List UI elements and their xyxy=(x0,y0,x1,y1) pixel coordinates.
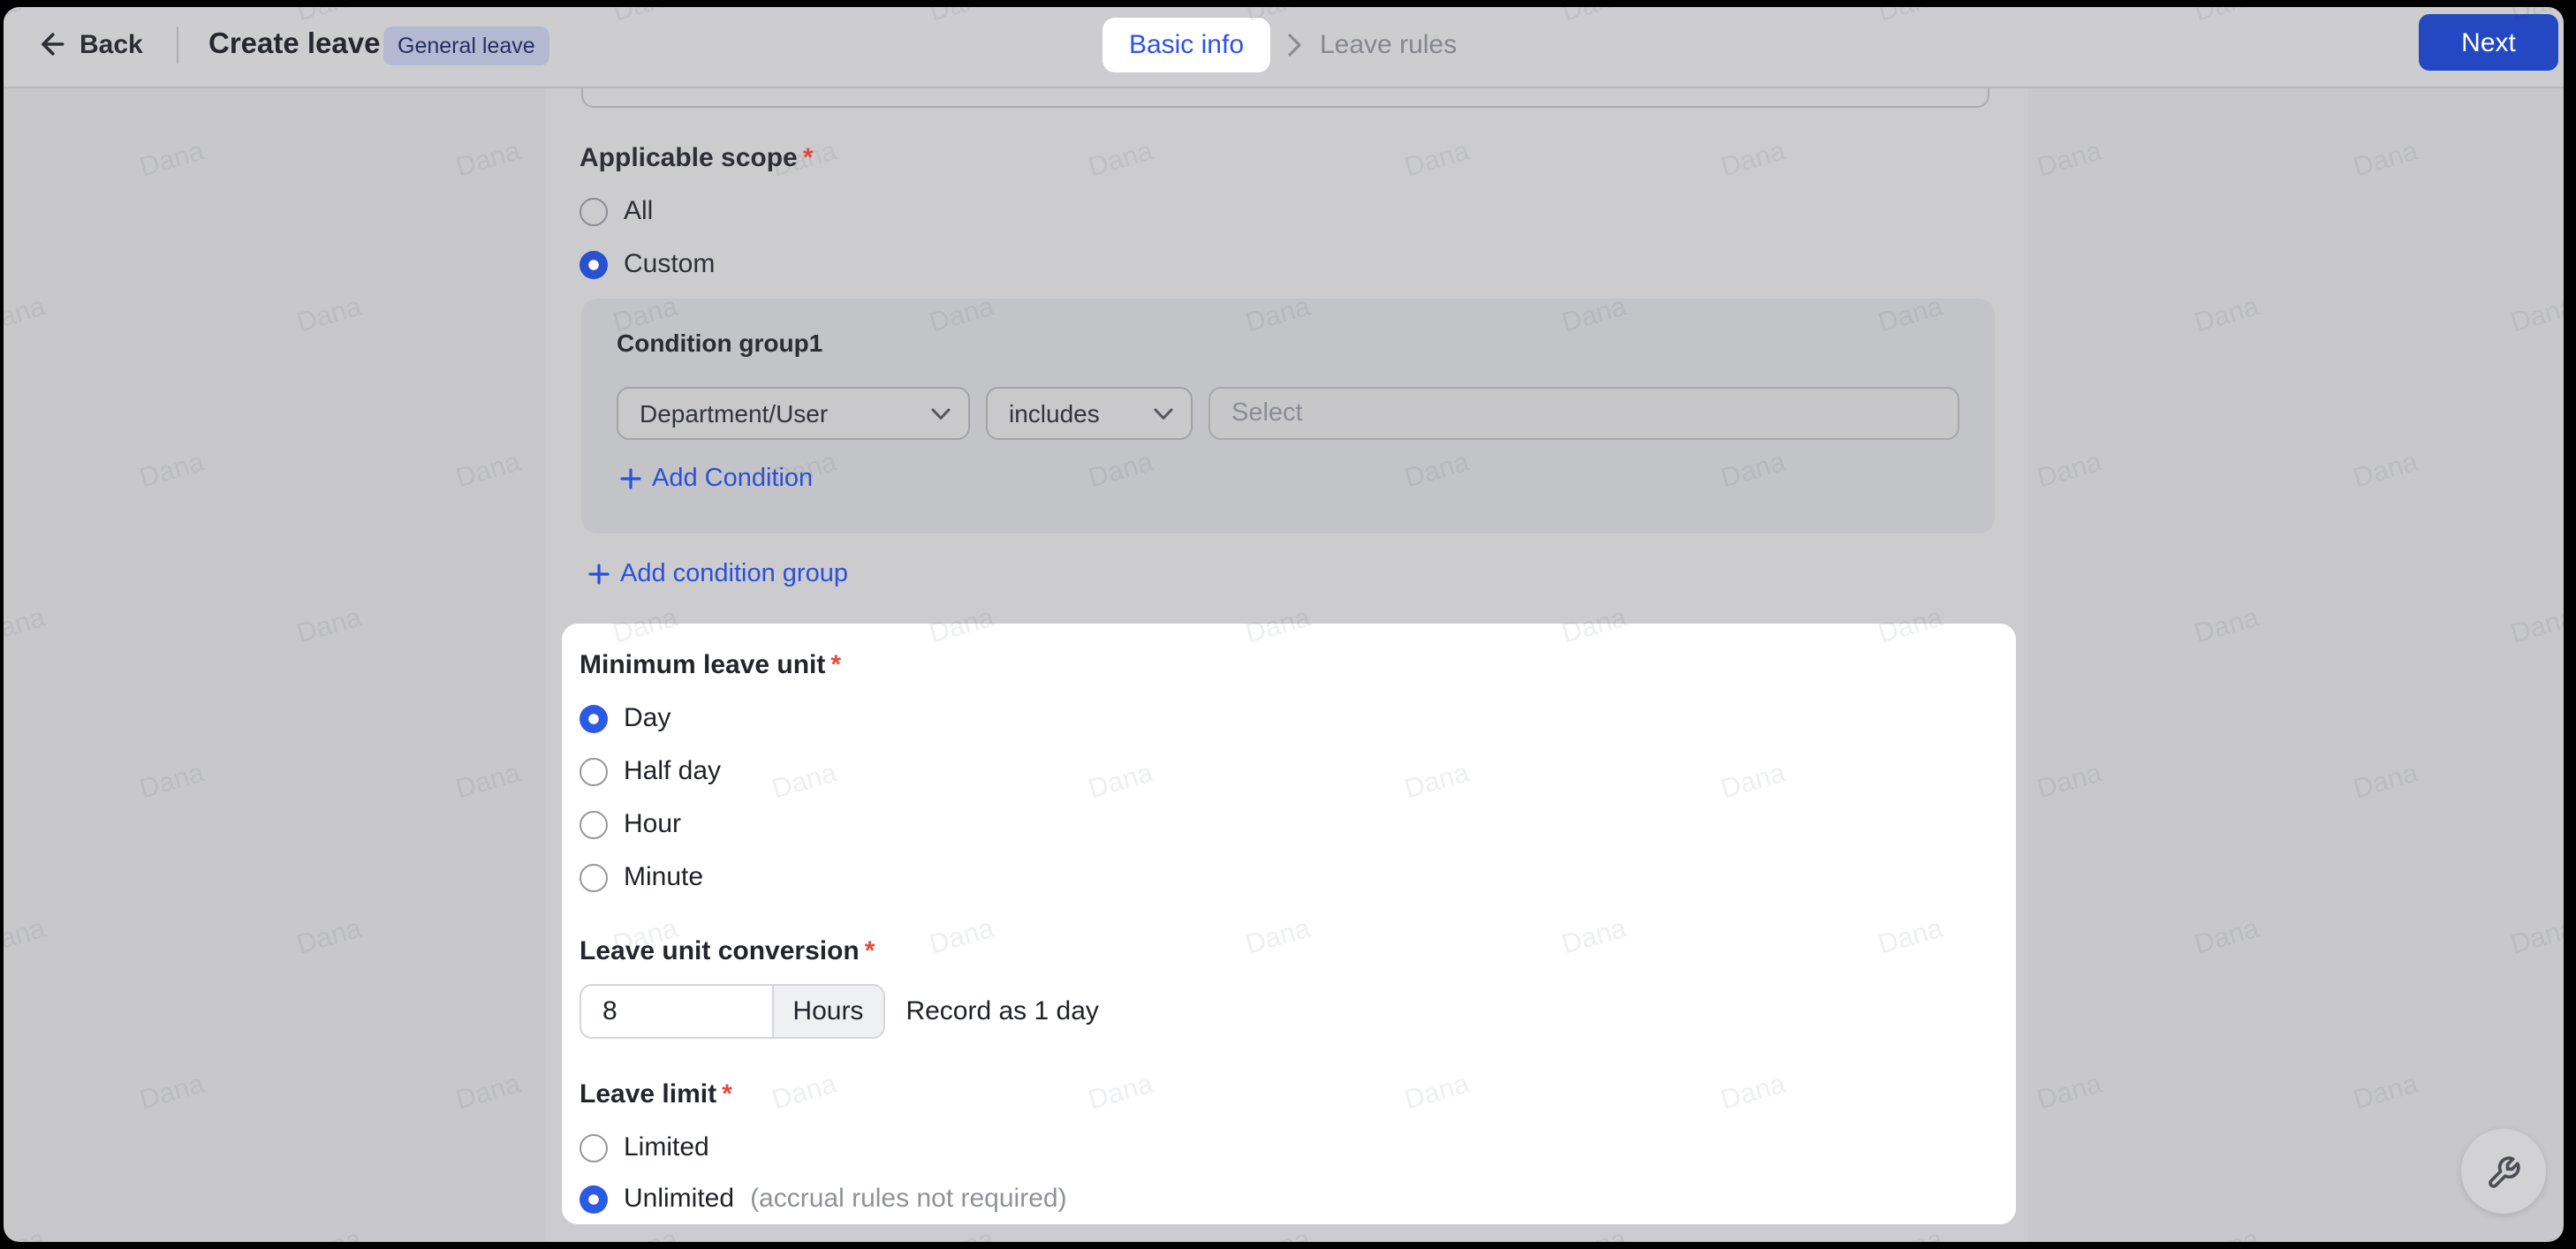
chevron-down-icon xyxy=(1154,407,1173,420)
radio-half-day-label: Half day xyxy=(624,756,721,786)
radio-custom[interactable] xyxy=(580,250,608,278)
condition-row: Department/User includes xyxy=(617,387,1959,440)
unlimited-note: (accrual rules not required) xyxy=(750,1184,1067,1214)
radio-unlimited-label: Unlimited xyxy=(624,1184,734,1214)
required-asterisk: * xyxy=(865,936,875,966)
add-condition-group-label: Add condition group xyxy=(620,560,848,588)
back-arrow-icon xyxy=(35,28,67,60)
required-asterisk: * xyxy=(830,650,841,680)
radio-option-minute[interactable]: Minute xyxy=(580,862,703,892)
next-button[interactable]: Next xyxy=(2419,14,2558,71)
radio-option-custom[interactable]: Custom xyxy=(580,249,715,279)
header-divider xyxy=(177,26,178,64)
add-condition-label: Add Condition xyxy=(652,465,813,493)
operator-dropdown[interactable]: includes xyxy=(986,387,1193,440)
radio-option-all[interactable]: All xyxy=(580,196,653,226)
tab-basic-info[interactable]: Basic info xyxy=(1102,17,1270,72)
step-chevron-icon xyxy=(1288,33,1302,56)
radio-minute-label: Minute xyxy=(624,862,703,892)
plus-icon xyxy=(620,468,641,489)
conversion-row: Hours Record as 1 day xyxy=(580,984,1099,1039)
field-type-dropdown[interactable]: Department/User xyxy=(617,387,970,440)
condition-group-title: Condition group1 xyxy=(617,329,822,357)
field-type-value: Department/User xyxy=(640,399,828,428)
radio-day[interactable] xyxy=(580,704,608,732)
radio-hour-label: Hour xyxy=(624,809,681,839)
back-button[interactable]: Back xyxy=(35,7,143,88)
applicable-scope-label: Applicable scope* xyxy=(580,143,813,173)
required-asterisk: * xyxy=(803,143,814,173)
add-condition-link[interactable]: Add Condition xyxy=(620,465,813,493)
condition-value-select[interactable] xyxy=(1208,387,1959,440)
radio-hour[interactable] xyxy=(580,810,608,838)
leave-type-badge: General leave xyxy=(383,26,549,65)
chevron-down-icon xyxy=(931,407,951,420)
screen: Back Create leave General leave Basic in… xyxy=(0,0,2576,1249)
radio-day-label: Day xyxy=(624,703,671,733)
radio-half-day[interactable] xyxy=(580,757,608,785)
app-window: Back Create leave General leave Basic in… xyxy=(4,7,2564,1242)
wrench-icon xyxy=(2485,1153,2522,1190)
header-bar: Back Create leave General leave Basic in… xyxy=(4,7,2564,88)
leave-limit-label: Leave limit* xyxy=(580,1079,732,1109)
radio-option-half-day[interactable]: Half day xyxy=(580,756,721,786)
add-condition-group-link[interactable]: Add condition group xyxy=(588,560,848,588)
hours-unit-suffix: Hours xyxy=(771,984,884,1039)
radio-option-day[interactable]: Day xyxy=(580,703,671,733)
radio-option-limited[interactable]: Limited xyxy=(580,1132,709,1162)
conversion-note: Record as 1 day xyxy=(905,996,1098,1026)
operator-value: includes xyxy=(1009,399,1100,428)
radio-unlimited[interactable] xyxy=(580,1185,608,1213)
radio-limited[interactable] xyxy=(580,1133,608,1162)
radio-all[interactable] xyxy=(580,197,608,225)
back-label: Back xyxy=(80,29,143,59)
plus-icon xyxy=(588,564,610,585)
condition-group-panel: Condition group1 Department/User include… xyxy=(581,299,1995,534)
page-title: Create leave xyxy=(208,7,381,88)
radio-limited-label: Limited xyxy=(624,1132,709,1162)
radio-option-unlimited[interactable]: Unlimited (accrual rules not required) xyxy=(580,1184,1067,1214)
required-asterisk: * xyxy=(722,1079,732,1109)
tools-floating-button[interactable] xyxy=(2461,1129,2546,1214)
condition-value-input[interactable] xyxy=(1231,399,1936,428)
leave-unit-card: Minimum leave unit* Day Half day Hour Mi… xyxy=(562,624,2016,1224)
step-indicator: Basic info Leave rules xyxy=(1102,7,1457,88)
radio-minute[interactable] xyxy=(580,863,608,891)
radio-option-hour[interactable]: Hour xyxy=(580,809,681,839)
conversion-hours-input[interactable] xyxy=(580,984,774,1039)
minimum-leave-unit-label: Minimum leave unit* xyxy=(580,650,841,680)
radio-custom-label: Custom xyxy=(624,249,715,279)
leave-unit-conversion-label: Leave unit conversion* xyxy=(580,936,875,966)
partial-input-above[interactable] xyxy=(581,88,1989,108)
radio-all-label: All xyxy=(624,196,653,226)
tab-leave-rules[interactable]: Leave rules xyxy=(1320,29,1457,59)
